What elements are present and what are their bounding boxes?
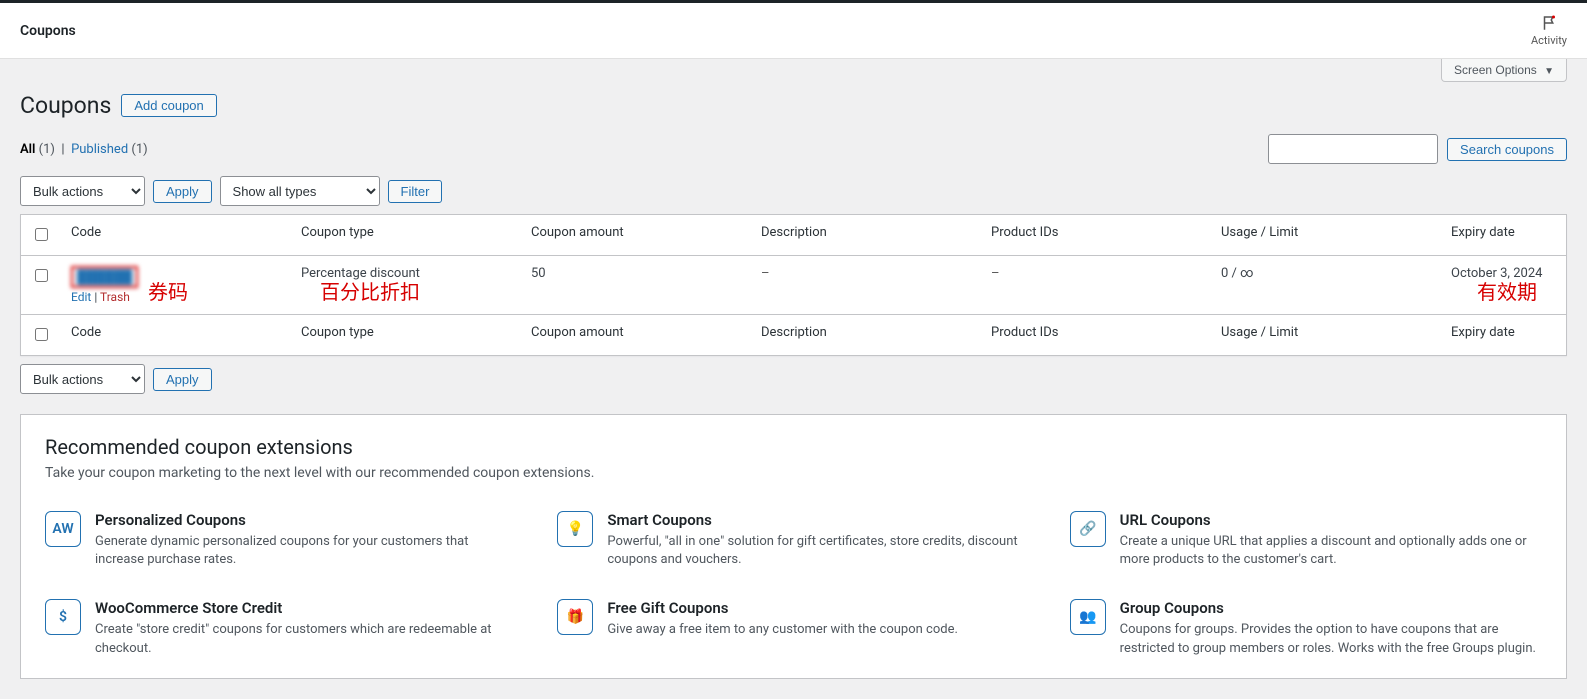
main-area: Coupons Add coupon All (1) | Published (… — [0, 92, 1587, 699]
filter-published-link[interactable]: Published — [71, 142, 128, 157]
reco-item-title: URL Coupons — [1120, 511, 1542, 529]
reco-item-title: Free Gift Coupons — [607, 599, 958, 617]
trash-link[interactable]: Trash — [100, 290, 130, 304]
reco-item-smart[interactable]: 💡 Smart Coupons Powerful, "all in one" s… — [557, 511, 1029, 569]
select-all-checkbox-bottom[interactable] — [35, 328, 48, 341]
filter-all-link[interactable]: All — [20, 142, 35, 157]
cell-expiry: October 3, 2024 — [1441, 256, 1567, 315]
flag-icon — [1539, 14, 1559, 32]
actions-sep: | — [94, 290, 97, 304]
col-type-header: Coupon type — [291, 215, 521, 256]
search-box: Search coupons — [1268, 134, 1567, 164]
reco-item-url[interactable]: 🔗 URL Coupons Create a unique URL that a… — [1070, 511, 1542, 569]
bulk-apply-button[interactable]: Apply — [153, 180, 212, 203]
filter-separator: | — [61, 142, 64, 157]
page-label: Coupons — [20, 23, 76, 39]
add-coupon-button[interactable]: Add coupon — [121, 94, 216, 117]
recommendations-box: Recommended coupon extensions Take your … — [20, 414, 1567, 679]
cell-type: Percentage discount — [291, 256, 521, 315]
subsubsub-row: All (1) | Published (1) Search coupons — [20, 134, 1567, 164]
col-pids-footer: Product IDs — [981, 315, 1211, 356]
chevron-down-icon: ▼ — [1544, 66, 1554, 77]
top-header: Coupons Activity — [0, 3, 1587, 59]
bulk-actions-select[interactable]: Bulk actions — [20, 176, 145, 206]
screen-options-label: Screen Options — [1454, 63, 1537, 77]
col-desc-footer: Description — [751, 315, 981, 356]
search-input[interactable] — [1268, 134, 1438, 164]
filter-button[interactable]: Filter — [388, 180, 443, 203]
reco-item-title: Personalized Coupons — [95, 511, 517, 529]
reco-item-title: WooCommerce Store Credit — [95, 599, 517, 617]
filter-all-count: (1) — [39, 142, 55, 157]
col-code-header[interactable]: Code — [61, 215, 291, 256]
page-title: Coupons — [20, 92, 111, 119]
lightbulb-icon: 💡 — [557, 511, 593, 547]
col-amount-header: Coupon amount — [521, 215, 751, 256]
cell-description: – — [751, 256, 981, 315]
reco-item-desc: Give away a free item to any customer wi… — [607, 621, 958, 639]
activity-panel-button[interactable]: Activity — [1531, 14, 1567, 47]
gift-icon: 🎁 — [557, 599, 593, 635]
reco-item-store-credit[interactable]: $ WooCommerce Store Credit Create "store… — [45, 599, 517, 657]
recommendations-subtitle: Take your coupon marketing to the next l… — [45, 465, 1542, 481]
reco-item-desc: Create a unique URL that applies a disco… — [1120, 533, 1542, 569]
reco-item-desc: Powerful, "all in one" solution for gift… — [607, 533, 1029, 569]
col-expiry-footer: Expiry date — [1441, 315, 1567, 356]
filter-published-count: (1) — [131, 142, 147, 157]
select-all-header — [21, 215, 62, 256]
link-icon: 🔗 — [1070, 511, 1106, 547]
content-wrap: Coupons Activity Screen Options ▼ Coupon… — [0, 3, 1587, 699]
reco-item-desc: Coupons for groups. Provides the option … — [1120, 621, 1542, 657]
coupon-code-link[interactable]: ██████ — [71, 266, 138, 288]
col-type-footer: Coupon type — [291, 315, 521, 356]
screen-options-button[interactable]: Screen Options ▼ — [1441, 59, 1567, 82]
col-amount-footer: Coupon amount — [521, 315, 751, 356]
reco-item-personalized[interactable]: AW Personalized Coupons Generate dynamic… — [45, 511, 517, 569]
aw-icon: AW — [45, 511, 81, 547]
tablenav-bottom: Bulk actions Apply — [20, 364, 1567, 394]
cell-product-ids: – — [981, 256, 1211, 315]
screen-options-row: Screen Options ▼ — [0, 59, 1587, 82]
col-usage-footer: Usage / Limit — [1211, 315, 1441, 356]
reco-item-free-gift[interactable]: 🎁 Free Gift Coupons Give away a free ite… — [557, 599, 1029, 657]
col-pids-header: Product IDs — [981, 215, 1211, 256]
row-checkbox[interactable] — [35, 269, 48, 282]
reco-item-title: Smart Coupons — [607, 511, 1029, 529]
bulk-apply-button-bottom[interactable]: Apply — [153, 368, 212, 391]
search-button[interactable]: Search coupons — [1447, 138, 1567, 161]
cell-usage: 0 / ∞ — [1211, 256, 1441, 315]
coupons-table: Code Coupon type Coupon amount Descripti… — [20, 214, 1567, 356]
reco-item-desc: Create "store credit" coupons for custom… — [95, 621, 517, 657]
tablenav-top: Bulk actions Apply Show all types Filter — [20, 176, 1567, 206]
dollar-icon: $ — [45, 599, 81, 635]
recommendations-title: Recommended coupon extensions — [45, 435, 1542, 459]
edit-link[interactable]: Edit — [71, 290, 91, 304]
status-filter-links: All (1) | Published (1) — [20, 142, 148, 157]
filter-type-select[interactable]: Show all types — [220, 176, 380, 206]
cell-amount: 50 — [521, 256, 751, 315]
reco-item-title: Group Coupons — [1120, 599, 1542, 617]
row-actions: Edit | Trash — [71, 290, 281, 304]
col-usage-header: Usage / Limit — [1211, 215, 1441, 256]
recommendations-grid: AW Personalized Coupons Generate dynamic… — [45, 511, 1542, 658]
heading-row: Coupons Add coupon — [20, 92, 1567, 119]
select-all-checkbox[interactable] — [35, 228, 48, 241]
bulk-actions-select-bottom[interactable]: Bulk actions — [20, 364, 145, 394]
col-expiry-header: Expiry date — [1441, 215, 1567, 256]
col-code-footer[interactable]: Code — [61, 315, 291, 356]
group-icon: 👥 — [1070, 599, 1106, 635]
col-desc-header: Description — [751, 215, 981, 256]
reco-item-desc: Generate dynamic personalized coupons fo… — [95, 533, 517, 569]
table-row: ██████ Edit | Trash Percentage discount … — [21, 256, 1567, 315]
activity-label: Activity — [1531, 34, 1567, 47]
table-wrap: Code Coupon type Coupon amount Descripti… — [20, 214, 1567, 356]
reco-item-group[interactable]: 👥 Group Coupons Coupons for groups. Prov… — [1070, 599, 1542, 657]
